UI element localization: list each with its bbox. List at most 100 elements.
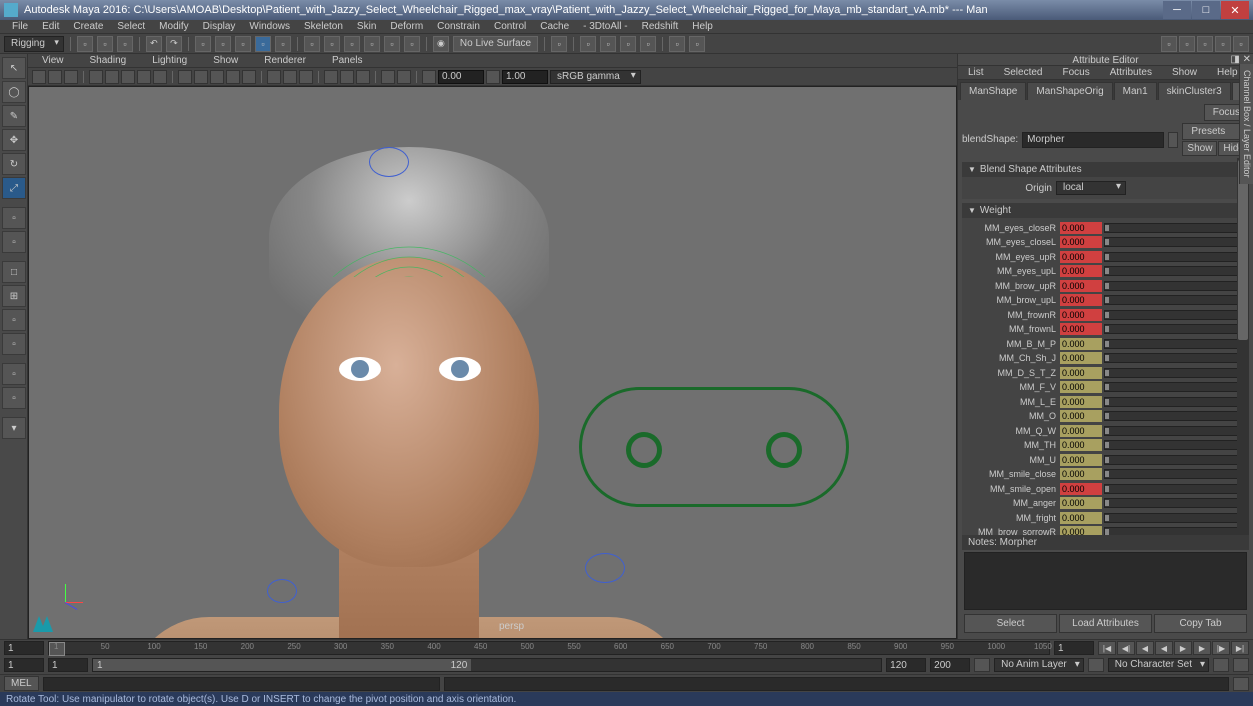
show-button[interactable]: Show [1182, 141, 1217, 156]
panel-menu-show[interactable]: Show [207, 55, 244, 66]
menu-modify[interactable]: Modify [153, 21, 194, 32]
paint-select-tool[interactable]: ✎ [2, 105, 26, 127]
weight-slider[interactable] [1104, 252, 1245, 262]
render-icon[interactable]: ▫ [580, 36, 596, 52]
snap-icon[interactable]: ▫ [404, 36, 420, 52]
panel-menu-panels[interactable]: Panels [326, 55, 369, 66]
weight-slider[interactable] [1104, 223, 1245, 233]
lights-icon[interactable] [226, 70, 240, 84]
weight-slider[interactable] [1104, 281, 1245, 291]
play-back-icon[interactable]: ◀ [1155, 641, 1173, 655]
weight-value-field[interactable]: 0.000 [1060, 251, 1102, 263]
panel-menu-lighting[interactable]: Lighting [146, 55, 193, 66]
persp-viewport[interactable]: persp [28, 86, 957, 639]
play-forward-icon[interactable]: ▶ [1174, 641, 1192, 655]
camera-attr-icon[interactable] [48, 70, 62, 84]
smooth-shade-icon[interactable] [194, 70, 208, 84]
menu-skin[interactable]: Skin [351, 21, 382, 32]
weight-value-field[interactable]: 0.000 [1060, 222, 1102, 234]
snap-icon[interactable]: ▫ [304, 36, 320, 52]
show-manip-tool[interactable]: ▫ [2, 231, 26, 253]
ae-menu-attributes[interactable]: Attributes [1104, 67, 1158, 78]
move-tool[interactable]: ✥ [2, 129, 26, 151]
render-icon[interactable]: ▫ [600, 36, 616, 52]
select-mode-icon[interactable]: ▫ [215, 36, 231, 52]
snap-icon[interactable]: ▫ [364, 36, 380, 52]
menu-control[interactable]: Control [488, 21, 532, 32]
ae-menu-focus[interactable]: Focus [1056, 67, 1095, 78]
redo-icon[interactable]: ↷ [166, 36, 182, 52]
step-forward-icon[interactable]: ▶ [1193, 641, 1211, 655]
step-back-icon[interactable]: ◀ [1136, 641, 1154, 655]
time-slider[interactable]: 1501001502002503003504004505005506006507… [48, 641, 1050, 655]
panel-icon[interactable]: ▫ [669, 36, 685, 52]
menu-edit[interactable]: Edit [36, 21, 65, 32]
vp-icon[interactable] [324, 70, 338, 84]
select-mode-icon[interactable]: ▫ [275, 36, 291, 52]
menu-display[interactable]: Display [197, 21, 242, 32]
weight-slider[interactable] [1104, 382, 1245, 392]
time-end-field[interactable] [1054, 641, 1094, 655]
layout-icon[interactable]: ▫ [1161, 36, 1177, 52]
gamma-field[interactable] [502, 70, 548, 84]
lasso-tool[interactable]: ◯ [2, 81, 26, 103]
time-start-field[interactable] [4, 641, 44, 655]
minimize-button[interactable]: ─ [1163, 1, 1191, 19]
weight-slider[interactable] [1104, 498, 1245, 508]
anim-layer-dropdown[interactable]: No Anim Layer [994, 658, 1084, 672]
vp-icon[interactable] [397, 70, 411, 84]
layout-icon[interactable]: ▫ [1215, 36, 1231, 52]
close-button[interactable]: ✕ [1221, 1, 1249, 19]
channel-box-tab[interactable]: Channel Box / Layer Editor [1239, 64, 1253, 184]
weight-value-field[interactable]: 0.000 [1060, 468, 1102, 480]
bookmark-icon[interactable] [64, 70, 78, 84]
weight-slider[interactable] [1104, 295, 1245, 305]
menu-redshift[interactable]: Redshift [636, 21, 685, 32]
range-slider[interactable]: 1 120 [92, 658, 882, 672]
xray-joints-icon[interactable] [299, 70, 313, 84]
weight-slider[interactable] [1104, 484, 1245, 494]
live-surface-button[interactable]: No Live Surface [453, 36, 538, 52]
weight-slider[interactable] [1104, 339, 1245, 349]
goto-end-icon[interactable]: ▶| [1231, 641, 1249, 655]
layout-custom[interactable]: ▫ [2, 309, 26, 331]
textured-icon[interactable] [210, 70, 224, 84]
save-scene-icon[interactable]: ▫ [117, 36, 133, 52]
color-transform-dropdown[interactable]: sRGB gamma [550, 70, 641, 84]
weight-value-field[interactable]: 0.000 [1060, 352, 1102, 364]
snap-icon[interactable]: ▫ [384, 36, 400, 52]
weight-value-field[interactable]: 0.000 [1060, 265, 1102, 277]
last-tool[interactable]: ▫ [2, 207, 26, 229]
menu--3dtoall-[interactable]: - 3DtoAll - [577, 21, 633, 32]
step-back-key-icon[interactable]: ◀| [1117, 641, 1135, 655]
ae-menu-list[interactable]: List [962, 67, 990, 78]
weight-slider[interactable] [1104, 368, 1245, 378]
layout-four[interactable]: ⊞ [2, 285, 26, 307]
weight-value-field[interactable]: 0.000 [1060, 512, 1102, 524]
ae-tab-skincluster3[interactable]: skinCluster3 [1158, 82, 1231, 100]
weight-slider[interactable] [1104, 455, 1245, 465]
render-icon[interactable]: ▫ [640, 36, 656, 52]
weight-value-field[interactable]: 0.000 [1060, 236, 1102, 248]
char-menu-icon[interactable] [1088, 658, 1104, 672]
weight-value-field[interactable]: 0.000 [1060, 323, 1102, 335]
weight-section[interactable]: Weight [962, 203, 1249, 218]
live-icon[interactable]: ◉ [433, 36, 449, 52]
step-forward-key-icon[interactable]: |▶ [1212, 641, 1230, 655]
weight-slider[interactable] [1104, 266, 1245, 276]
film-gate-icon[interactable] [121, 70, 135, 84]
undo-icon[interactable]: ↶ [146, 36, 162, 52]
isolate-icon[interactable] [267, 70, 281, 84]
load-attributes-button[interactable]: Load Attributes [1059, 614, 1152, 633]
select-tool[interactable]: ↖ [2, 57, 26, 79]
layout-single[interactable]: □ [2, 261, 26, 283]
menu-cache[interactable]: Cache [534, 21, 575, 32]
select-mode-icon[interactable]: ▫ [195, 36, 211, 52]
image-plane-icon[interactable] [89, 70, 103, 84]
gamma-icon[interactable] [486, 70, 500, 84]
weight-value-field[interactable]: 0.000 [1060, 483, 1102, 495]
prefs-icon[interactable] [1233, 658, 1249, 672]
anim-end-field[interactable] [886, 658, 926, 672]
layout-custom[interactable]: ▾ [2, 417, 26, 439]
weight-value-field[interactable]: 0.000 [1060, 439, 1102, 451]
